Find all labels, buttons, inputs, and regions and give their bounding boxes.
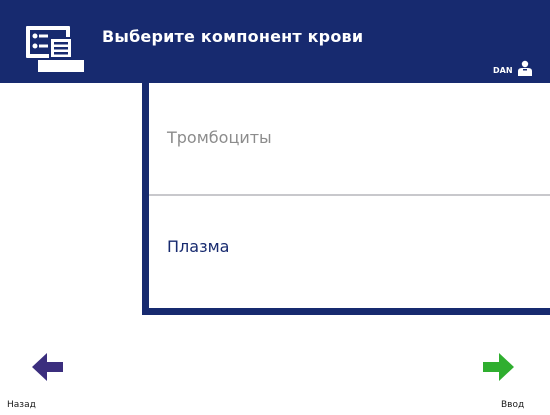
option-label: Тромбоциты [167, 128, 272, 147]
component-list: Тромбоциты Плазма [142, 83, 550, 315]
option-plasma[interactable]: Плазма [149, 196, 550, 308]
operator-name: DAN [493, 65, 513, 75]
enter-button[interactable]: Ввод [460, 345, 550, 415]
page-title: Выберите компонент крови [102, 27, 364, 46]
option-label: Плазма [167, 237, 230, 256]
back-label: Назад [7, 400, 36, 410]
enter-label: Ввод [501, 400, 525, 410]
user-icon [517, 60, 532, 76]
arrow-right-icon [483, 353, 514, 381]
operator-indicator: DAN [493, 60, 533, 76]
back-button[interactable]: Назад [0, 345, 90, 415]
option-platelets[interactable]: Тромбоциты [149, 83, 550, 194]
screen-menu-icon [24, 24, 84, 72]
blood-component-screen: Выберите компонент крови DAN Тромбоциты … [0, 0, 550, 415]
arrow-left-icon [32, 353, 63, 381]
header-bar: Выберите компонент крови DAN [0, 0, 550, 83]
